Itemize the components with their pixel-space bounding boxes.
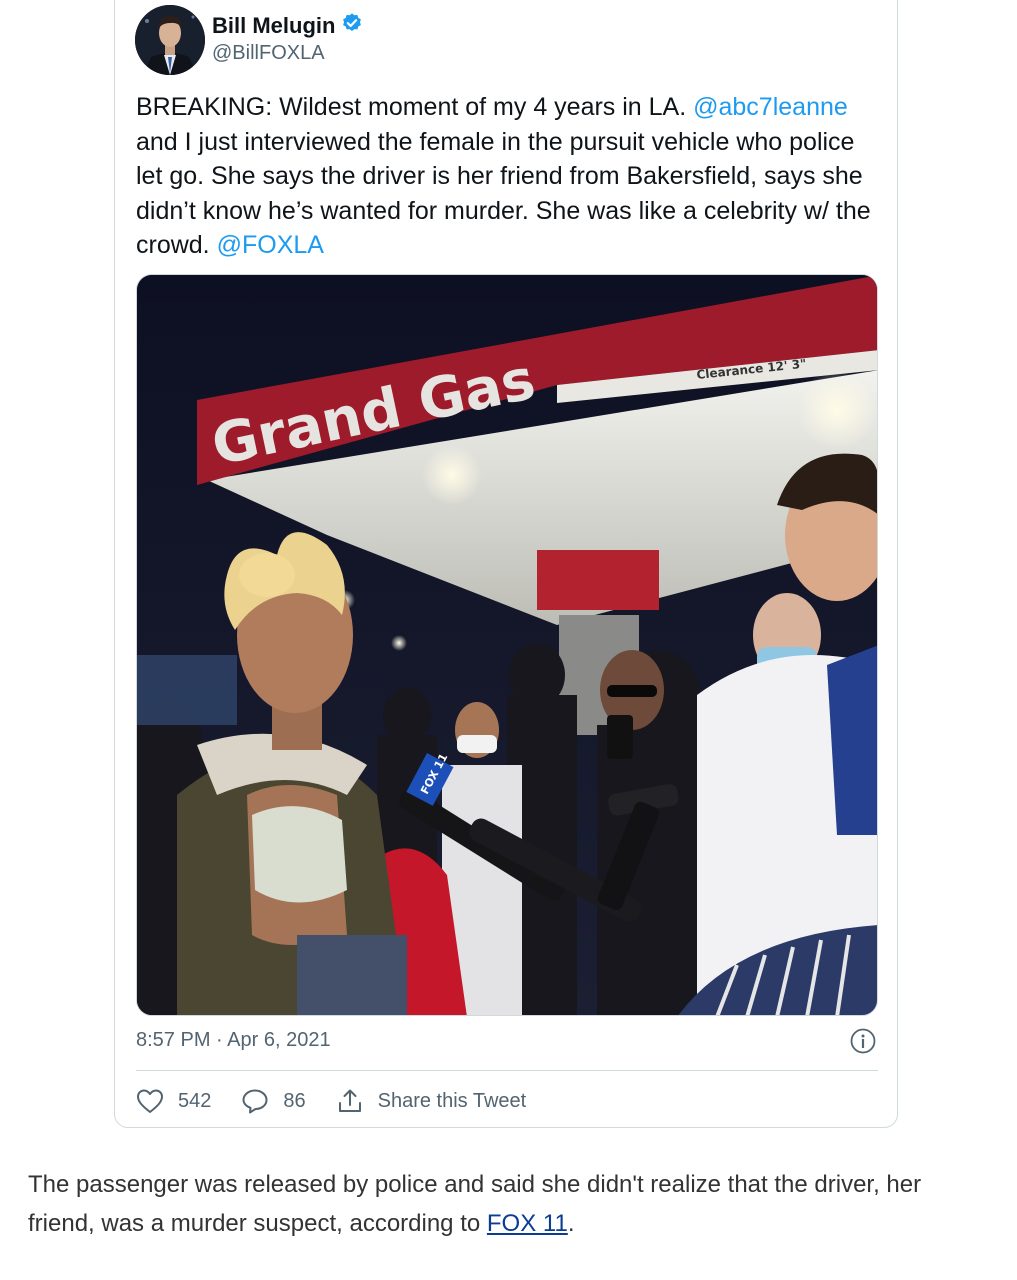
article-caption: The passenger was released by police and… bbox=[28, 1165, 988, 1243]
tweet-photo[interactable]: Grand Gas Clearance 12' 3" FOX 11 bbox=[136, 274, 878, 1016]
divider bbox=[136, 1070, 878, 1071]
author-handle[interactable]: @BillFOXLA bbox=[212, 42, 325, 65]
heart-icon bbox=[136, 1088, 164, 1114]
reply-count: 86 bbox=[283, 1089, 306, 1112]
tweet-actions: 542 86 Share this Tweet bbox=[136, 1086, 556, 1116]
tweet-text: BREAKING: Wildest moment of my 4 years i… bbox=[136, 90, 876, 263]
share-icon bbox=[336, 1088, 364, 1114]
author-name-row[interactable]: Bill Melugin bbox=[212, 12, 363, 40]
fox11-link[interactable]: FOX 11 bbox=[487, 1210, 568, 1237]
tweet-text-part-1: BREAKING: Wildest moment of my 4 years i… bbox=[136, 93, 694, 121]
reply-button[interactable]: 86 bbox=[241, 1088, 306, 1114]
share-button[interactable]: Share this Tweet bbox=[336, 1088, 527, 1114]
mention-link-foxla[interactable]: @FOXLA bbox=[217, 231, 324, 259]
verified-badge-icon bbox=[341, 12, 363, 40]
caption-text: The passenger was released by police and… bbox=[28, 1171, 922, 1237]
info-icon[interactable] bbox=[850, 1028, 876, 1054]
like-count: 542 bbox=[178, 1089, 212, 1112]
speech-bubble-icon bbox=[241, 1088, 269, 1114]
tweet-timestamp[interactable]: 8:57 PM · Apr 6, 2021 bbox=[136, 1029, 331, 1052]
caption-period: . bbox=[567, 1210, 575, 1237]
mention-link-abc7leanne[interactable]: @abc7leanne bbox=[693, 93, 848, 121]
author-name[interactable]: Bill Melugin bbox=[212, 13, 335, 39]
author-avatar[interactable] bbox=[135, 5, 205, 75]
share-label: Share this Tweet bbox=[377, 1089, 527, 1112]
like-button[interactable]: 542 bbox=[136, 1088, 211, 1114]
